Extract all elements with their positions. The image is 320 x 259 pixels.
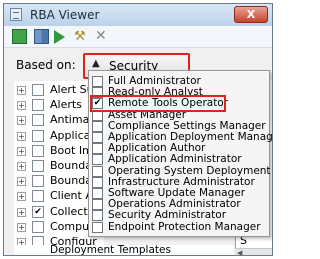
role-label: Operations Administrator [108, 198, 241, 211]
security-roles-dropdown: Full Administrator Read-only Analyst ✔ Remo… [88, 70, 273, 237]
role-label: Application Deployment Manager [108, 131, 273, 143]
role-label: Full Administrator [108, 75, 201, 87]
export-icon[interactable] [12, 29, 27, 44]
role-label: Read-only Analyst [108, 86, 203, 99]
tree-checkbox[interactable]: ✔ [32, 205, 44, 218]
tree-checkbox[interactable] [32, 190, 44, 203]
role-label: Operating System Deployment Manager [108, 164, 272, 177]
title-bar: RBA Viewer X [4, 4, 272, 26]
run-icon[interactable] [54, 30, 65, 44]
tree-checkbox[interactable] [32, 160, 44, 172]
tree-checkbox[interactable] [32, 144, 44, 157]
role-label: Software Update Manager [108, 187, 246, 199]
tools-icon[interactable]: ⚒ [74, 29, 89, 44]
close-icon[interactable]: ✕ [95, 29, 110, 44]
role-label: Compliance Settings Manager [108, 119, 266, 132]
tree-checkbox[interactable] [32, 84, 44, 96]
tree-checkbox[interactable] [32, 129, 44, 142]
expand-icon[interactable]: + [17, 192, 26, 202]
expand-icon[interactable]: + [17, 131, 26, 141]
expand-icon[interactable]: + [17, 146, 26, 156]
tree-row-label: Deployment Templates [50, 244, 171, 256]
scroll-left-icon[interactable]: ◀ [237, 249, 242, 255]
window-close-button[interactable]: X [234, 6, 268, 23]
expand-icon[interactable]: + [17, 162, 26, 171]
role-label: Remote Tools Operator [108, 97, 229, 110]
expand-icon[interactable]: + [17, 177, 26, 187]
app-icon [10, 8, 22, 21]
expand-icon[interactable]: + [17, 207, 26, 217]
tree-checkbox[interactable] [32, 114, 44, 127]
role-menu-item[interactable]: Endpoint Protection Manager [89, 221, 269, 235]
toolbar: ⚒ ✕ [4, 26, 272, 48]
role-label: Application Administrator [108, 153, 242, 166]
expand-icon[interactable]: + [17, 116, 26, 126]
tree-row-label: Alerts [50, 98, 82, 112]
role-label: Application Author [108, 142, 206, 155]
role-label: Asset Manager [108, 108, 187, 121]
role-label: Security Administrator [108, 209, 227, 222]
tree-checkbox[interactable] [32, 220, 44, 233]
based-on-label: Based on: [16, 58, 76, 72]
role-checkbox[interactable] [92, 221, 103, 233]
grid-view-icon[interactable] [34, 29, 49, 44]
role-label: Infrastructure Administrator [108, 175, 255, 188]
role-label: Endpoint Protection Manager [108, 220, 261, 233]
expand-icon[interactable]: + [17, 222, 26, 232]
window-title: RBA Viewer [30, 8, 100, 22]
horizontal-scrollbar[interactable]: ◀ [235, 248, 272, 255]
expand-icon[interactable]: + [17, 86, 26, 95]
tree-checkbox[interactable] [32, 99, 44, 112]
rba-viewer-window: RBA Viewer X ⚒ ✕ Based on: ▲ Security Ro… [3, 3, 273, 256]
tree-checkbox[interactable] [32, 175, 44, 188]
chevron-up-icon: ▲ [92, 58, 100, 69]
tree-row-deployment-templates[interactable]: Deployment Templates [14, 244, 234, 256]
expand-icon[interactable]: + [17, 101, 26, 111]
